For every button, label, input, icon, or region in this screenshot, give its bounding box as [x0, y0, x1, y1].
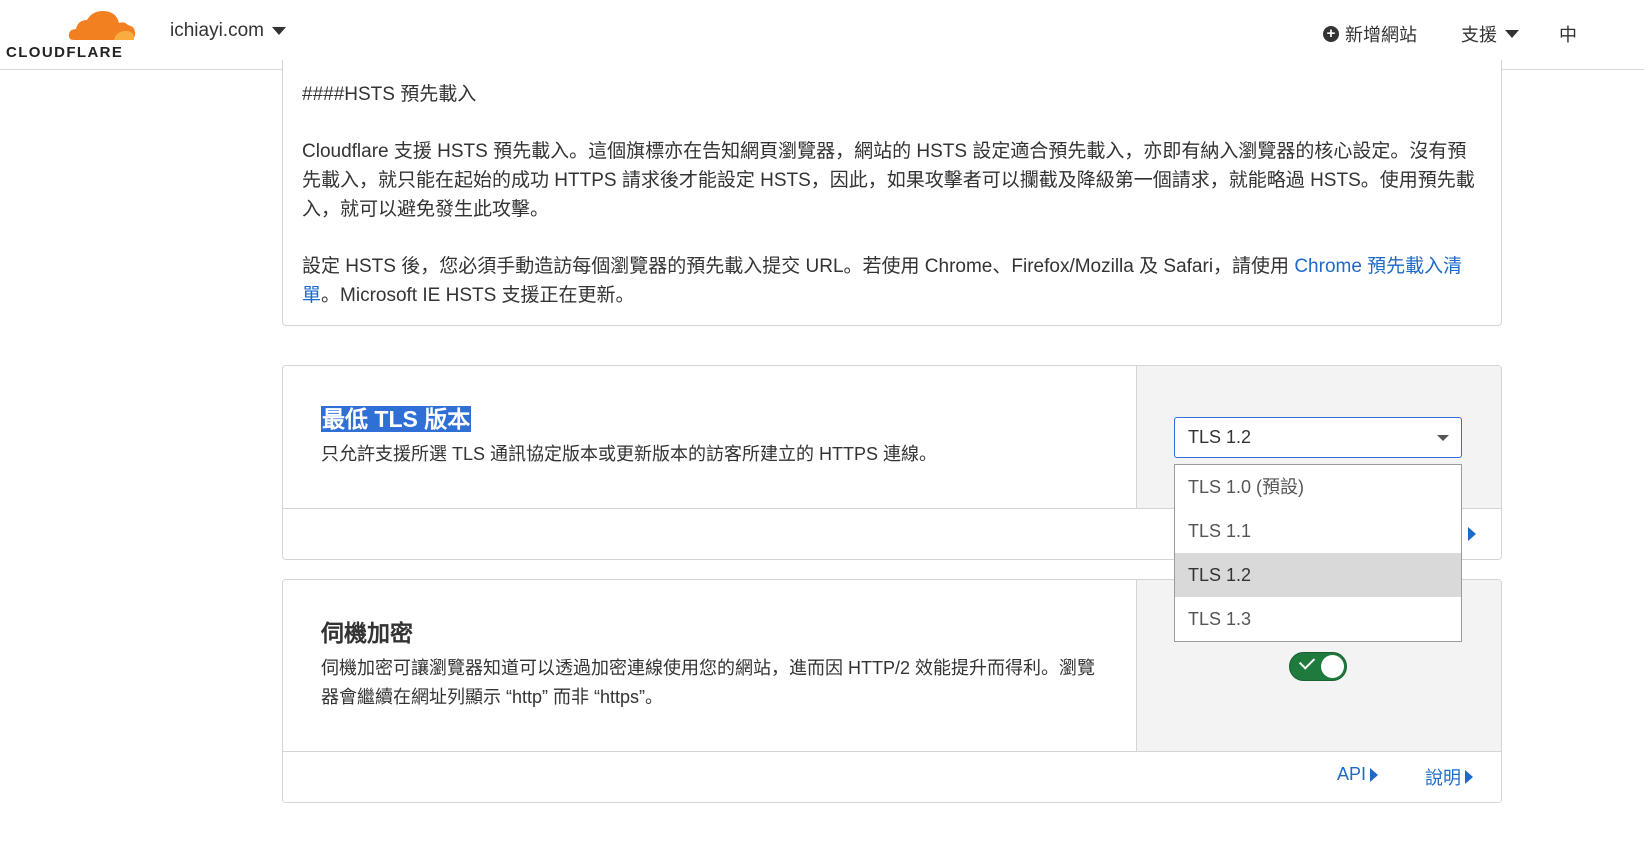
support-menu[interactable]: 支援 — [1461, 21, 1519, 47]
chevron-down-icon — [1505, 30, 1519, 38]
help-link-label: 說明 — [1425, 768, 1461, 788]
api-link[interactable]: API — [1337, 764, 1379, 785]
plus-circle-icon: + — [1323, 26, 1339, 42]
cloudflare-logo[interactable]: CLOUDFLARE — [4, 8, 138, 61]
tls-version-dropdown: TLS 1.0 (預設) TLS 1.1 TLS 1.2 TLS 1.3 — [1174, 464, 1462, 642]
language-menu[interactable]: 中 — [1559, 21, 1577, 47]
cloud-icon — [68, 11, 136, 40]
hsts-paragraph-2-tail: 。Microsoft IE HSTS 支援正在更新。 — [321, 285, 635, 306]
chevron-down-icon — [1437, 435, 1449, 441]
arrow-right-icon — [1465, 770, 1473, 784]
check-icon — [1298, 653, 1316, 670]
logo-text: CLOUDFLARE — [6, 44, 124, 61]
hsts-heading: ####HSTS 預先載入 — [302, 84, 477, 105]
opportunistic-encryption-title: 伺機加密 — [321, 620, 413, 646]
min-tls-title: 最低 TLS 版本 — [321, 404, 1098, 434]
hsts-paragraph-2-text: 設定 HSTS 後，您必須手動造訪每個瀏覽器的預先載入提交 URL。若使用 Ch… — [302, 256, 1295, 277]
tls-option-1-2[interactable]: TLS 1.2 — [1175, 553, 1461, 597]
arrow-right-icon — [1370, 767, 1379, 782]
site-selector[interactable]: ichiayi.com — [170, 20, 286, 42]
api-link-label: API — [1337, 764, 1367, 784]
opportunistic-encryption-toggle[interactable] — [1289, 652, 1347, 681]
hsts-info-card: ####HSTS 預先載入 Cloudflare 支援 HSTS 預先載入。這個… — [282, 60, 1502, 326]
hsts-paragraph-2: 設定 HSTS 後，您必須手動造訪每個瀏覽器的預先載入提交 URL。若使用 Ch… — [302, 252, 1482, 310]
toggle-knob — [1321, 655, 1344, 678]
opportunistic-encryption-footer: API 說明 — [283, 751, 1501, 802]
min-tls-title-text: 最低 TLS 版本 — [321, 406, 472, 432]
tls-option-1-1[interactable]: TLS 1.1 — [1175, 509, 1461, 553]
tls-version-select[interactable]: TLS 1.2 — [1174, 417, 1462, 458]
site-name: ichiayi.com — [170, 20, 264, 41]
chevron-down-icon — [271, 27, 286, 35]
opportunistic-encryption-description: 伺機加密可讓瀏覽器知道可以透過加密連線使用您的網站，進而因 HTTP/2 效能提… — [321, 658, 1096, 707]
help-link[interactable]: 說明 — [1425, 764, 1473, 790]
min-tls-description: 只允許支援所選 TLS 通訊協定版本或更新版本的訪客所建立的 HTTPS 連線。 — [321, 444, 938, 464]
hsts-paragraph-1: Cloudflare 支援 HSTS 預先載入。這個旗標亦在告知網頁瀏覽器，網站… — [302, 141, 1475, 220]
tls-select-value: TLS 1.2 — [1188, 427, 1252, 447]
support-label: 支援 — [1461, 25, 1497, 45]
tls-option-1-0[interactable]: TLS 1.0 (預設) — [1175, 465, 1461, 509]
tls-option-1-3[interactable]: TLS 1.3 — [1175, 597, 1461, 641]
add-site-button[interactable]: + 新增網站 — [1323, 21, 1417, 47]
help-arrow-icon[interactable] — [1468, 527, 1476, 541]
add-site-label: 新增網站 — [1345, 25, 1417, 45]
